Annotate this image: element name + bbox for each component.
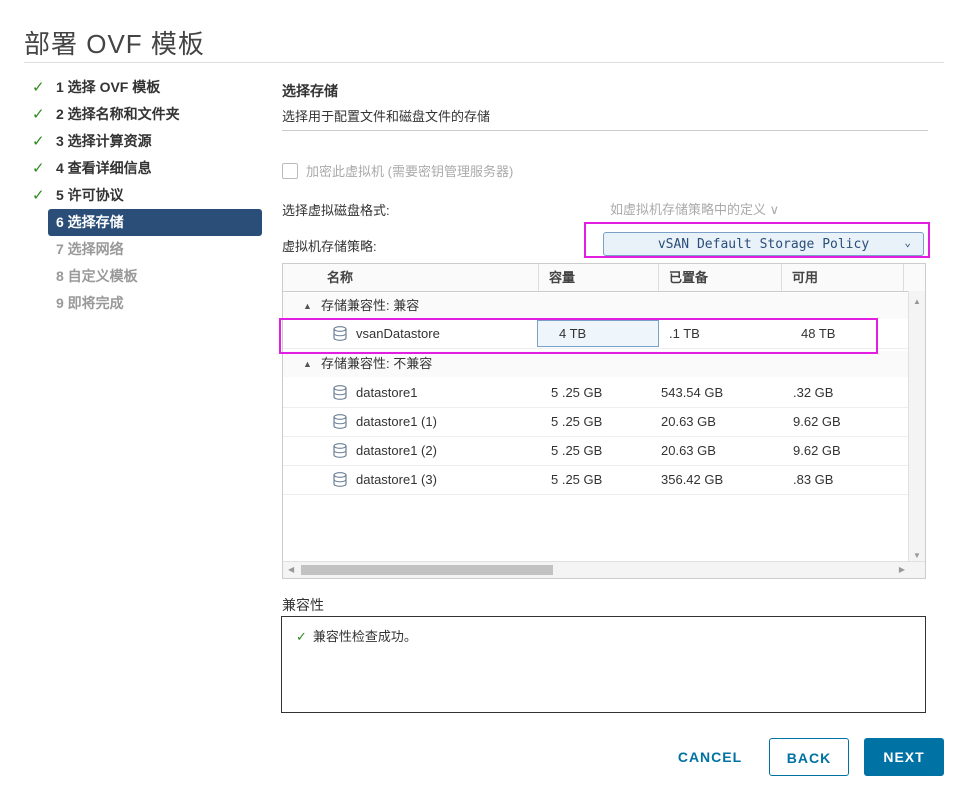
datastore-name: datastore1 (3) <box>356 472 437 487</box>
capacity-cell: 5 .25 GB <box>551 385 603 400</box>
free-cell: 9.62 GB <box>793 414 841 429</box>
step-label: 5 许可协议 <box>56 187 124 203</box>
datastore-icon <box>333 385 347 400</box>
compatibility-title: 兼容性 <box>282 597 324 613</box>
next-button[interactable]: NEXT <box>864 738 944 776</box>
scroll-up-icon[interactable]: ▲ <box>913 297 921 306</box>
vertical-scrollbar[interactable]: ▲ ▼ <box>908 291 925 562</box>
disk-format-select: 如虚拟机存储策略中的定义 ∨ <box>610 202 780 217</box>
title-divider <box>24 62 944 63</box>
disk-format-label: 选择虚拟磁盘格式: <box>282 203 390 218</box>
grid-header: 名称 容量 已置备 可用 <box>283 264 925 292</box>
storage-policy-label: 虚拟机存储策略: <box>282 239 377 254</box>
column-header-extra <box>903 264 925 291</box>
provisioned-cell: 543.54 GB <box>661 385 724 400</box>
wizard-steps: ✓ 1 选择 OVF 模板 ✓ 2 选择名称和文件夹 ✓ 3 选择计算资源 ✓ 4 查看… <box>30 74 262 317</box>
capacity-cell: 5 .25 GB <box>551 414 603 429</box>
provisioned-cell: 20.63 GB <box>661 443 716 458</box>
section-divider <box>282 130 928 131</box>
check-icon: ✓ <box>32 79 45 96</box>
table-row[interactable]: datastore1 (1) 5 .25 GB 20.63 GB 9.62 GB <box>283 407 909 437</box>
storage-policy-value: vSAN Default Storage Policy <box>657 236 870 252</box>
collapse-triangle-icon: ▲ <box>303 301 312 311</box>
storage-policy-select[interactable]: vSAN Default Storage Policy ⌄ <box>603 232 924 256</box>
check-icon: ✓ <box>296 629 307 644</box>
chevron-down-icon: ⌄ <box>904 236 911 249</box>
section-description: 选择用于配置文件和磁盘文件的存储 <box>282 109 491 124</box>
capacity-cell: 5 .25 GB <box>551 472 603 487</box>
free-cell: .83 GB <box>793 472 834 487</box>
check-icon: ✓ <box>32 106 45 123</box>
step-label: 4 查看详细信息 <box>56 160 152 176</box>
step-label: 6 选择存储 <box>56 214 124 230</box>
check-icon: ✓ <box>32 133 45 150</box>
compatibility-box: ✓ 兼容性检查成功。 <box>281 616 926 713</box>
capacity-cell: 5 .25 GB <box>551 443 603 458</box>
table-row[interactable]: datastore1 5 .25 GB 543.54 GB .32 GB <box>283 378 909 408</box>
step-label: 3 选择计算资源 <box>56 133 152 149</box>
column-header-capacity[interactable]: 容量 <box>538 264 658 291</box>
step-label: 7 选择网络 <box>56 241 124 257</box>
check-icon: ✓ <box>32 187 45 204</box>
compatibility-message: 兼容性检查成功。 <box>312 629 417 644</box>
datastore-name: datastore1 (1) <box>356 414 437 429</box>
group-incompatible[interactable]: ▲ 存储兼容性: 不兼容 <box>283 351 909 377</box>
table-row[interactable]: datastore1 (2) 5 .25 GB 20.63 GB 9.62 GB <box>283 436 909 466</box>
column-header-free[interactable]: 可用 <box>781 264 903 291</box>
step-3[interactable]: ✓ 3 选择计算资源 <box>30 128 262 155</box>
section-title: 选择存储 <box>282 83 338 99</box>
group-compatible[interactable]: ▲ 存储兼容性: 兼容 <box>283 293 909 319</box>
horizontal-scrollbar[interactable]: ◀ ▶ <box>283 561 925 578</box>
step-9: 9 即将完成 <box>30 290 262 317</box>
step-label: 1 选择 OVF 模板 <box>56 79 161 95</box>
free-cell: 9.62 GB <box>793 443 841 458</box>
provisioned-cell: 20.63 GB <box>661 414 716 429</box>
dialog-title: 部署 OVF 模板 <box>24 29 205 59</box>
select-column-header <box>283 264 313 291</box>
encrypt-checkbox[interactable] <box>282 162 298 179</box>
step-label: 8 自定义模板 <box>56 268 138 284</box>
back-button[interactable]: BACK <box>769 738 849 776</box>
datastore-icon <box>333 414 347 429</box>
encrypt-vm-row: 加密此虚拟机 (需要密钥管理服务器) <box>282 161 513 180</box>
row-annotation-box <box>279 318 878 354</box>
step-7: 7 选择网络 <box>30 236 262 263</box>
column-header-name[interactable]: 名称 <box>313 264 538 291</box>
group-label: 存储兼容性: 兼容 <box>321 298 420 313</box>
datastore-icon <box>333 443 347 458</box>
scroll-left-icon[interactable]: ◀ <box>288 565 294 574</box>
scroll-down-icon[interactable]: ▼ <box>913 551 921 560</box>
step-4[interactable]: ✓ 4 查看详细信息 <box>30 155 262 182</box>
step-label: 2 选择名称和文件夹 <box>56 106 180 122</box>
encrypt-label: 加密此虚拟机 (需要密钥管理服务器) <box>306 164 514 179</box>
step-6[interactable]: 6 选择存储 <box>48 209 262 236</box>
compatibility-message-row: ✓ 兼容性检查成功。 <box>296 626 417 645</box>
provisioned-cell: 356.42 GB <box>661 472 724 487</box>
step-1[interactable]: ✓ 1 选择 OVF 模板 <box>30 74 262 101</box>
column-header-provisioned[interactable]: 已置备 <box>658 264 781 291</box>
scroll-right-icon[interactable]: ▶ <box>899 565 905 574</box>
datastore-icon <box>333 472 347 487</box>
horizontal-scroll-thumb[interactable] <box>301 565 553 575</box>
group-label: 存储兼容性: 不兼容 <box>321 356 433 371</box>
step-5[interactable]: ✓ 5 许可协议 <box>30 182 262 209</box>
table-row[interactable]: datastore1 (3) 5 .25 GB 356.42 GB .83 GB <box>283 465 909 495</box>
collapse-triangle-icon: ▲ <box>303 359 312 369</box>
check-icon: ✓ <box>32 160 45 177</box>
datastore-name: datastore1 <box>356 385 418 400</box>
step-2[interactable]: ✓ 2 选择名称和文件夹 <box>30 101 262 128</box>
step-label: 9 即将完成 <box>56 295 124 311</box>
cancel-button[interactable]: CANCEL <box>670 738 750 776</box>
step-8: 8 自定义模板 <box>30 263 262 290</box>
free-cell: .32 GB <box>793 385 834 400</box>
datastore-grid: 名称 容量 已置备 可用 ▲ 存储兼容性: 兼容 vsanDatastore 4… <box>282 263 926 579</box>
datastore-name: datastore1 (2) <box>356 443 437 458</box>
